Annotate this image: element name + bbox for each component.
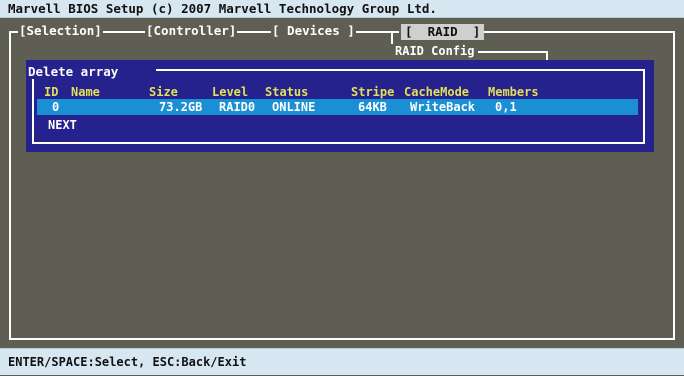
cell-cachemode: WriteBack [410, 100, 476, 114]
dialog-border-right [643, 69, 645, 144]
cell-level: RAID0 [219, 100, 256, 114]
cell-status: ONLINE [272, 100, 316, 114]
dialog-border-left [32, 69, 34, 144]
raid-config-label: RAID Config [391, 44, 479, 58]
col-header-size: Size [149, 85, 178, 99]
next-button[interactable]: NEXT [48, 118, 77, 132]
cell-size: 73.2GB [159, 100, 203, 114]
cell-id: 0 [52, 100, 60, 114]
dialog-border-bottom [32, 142, 645, 144]
col-header-cachemode: CacheMode [404, 85, 470, 99]
frame-top-right [478, 31, 675, 33]
raid-frame-bottom [470, 51, 548, 53]
tab-devices[interactable]: [ Devices ] [271, 24, 356, 38]
table-row-selected[interactable] [37, 99, 638, 115]
frame-bottom [9, 338, 675, 340]
title-bar: Marvell BIOS Setup (c) 2007 Marvell Tech… [0, 0, 684, 18]
delete-array-dialog: Delete array ID Name Size Level Status S… [26, 60, 654, 152]
col-header-members: Members [488, 85, 539, 99]
col-header-level: Level [212, 85, 249, 99]
col-header-stripe: Stripe [351, 85, 395, 99]
cell-members: 0,1 [495, 100, 517, 114]
app-title: Marvell BIOS Setup (c) 2007 Marvell Tech… [8, 1, 437, 16]
dialog-border-top [156, 69, 645, 71]
tab-selection[interactable]: [Selection] [18, 24, 103, 38]
col-header-name: Name [71, 85, 100, 99]
status-bar: ENTER/SPACE:Select, ESC:Back/Exit [0, 348, 684, 375]
tab-controller[interactable]: [Controller] [145, 24, 238, 38]
status-hint: ENTER/SPACE:Select, ESC:Back/Exit [8, 355, 247, 369]
frame-left [9, 31, 11, 340]
cell-stripe: 64KB [358, 100, 387, 114]
dialog-title: Delete array [28, 64, 123, 79]
frame-right [673, 31, 675, 340]
col-header-id: ID [44, 85, 59, 99]
col-header-status: Status [265, 85, 309, 99]
tab-raid[interactable]: [ RAID ] [401, 24, 485, 40]
